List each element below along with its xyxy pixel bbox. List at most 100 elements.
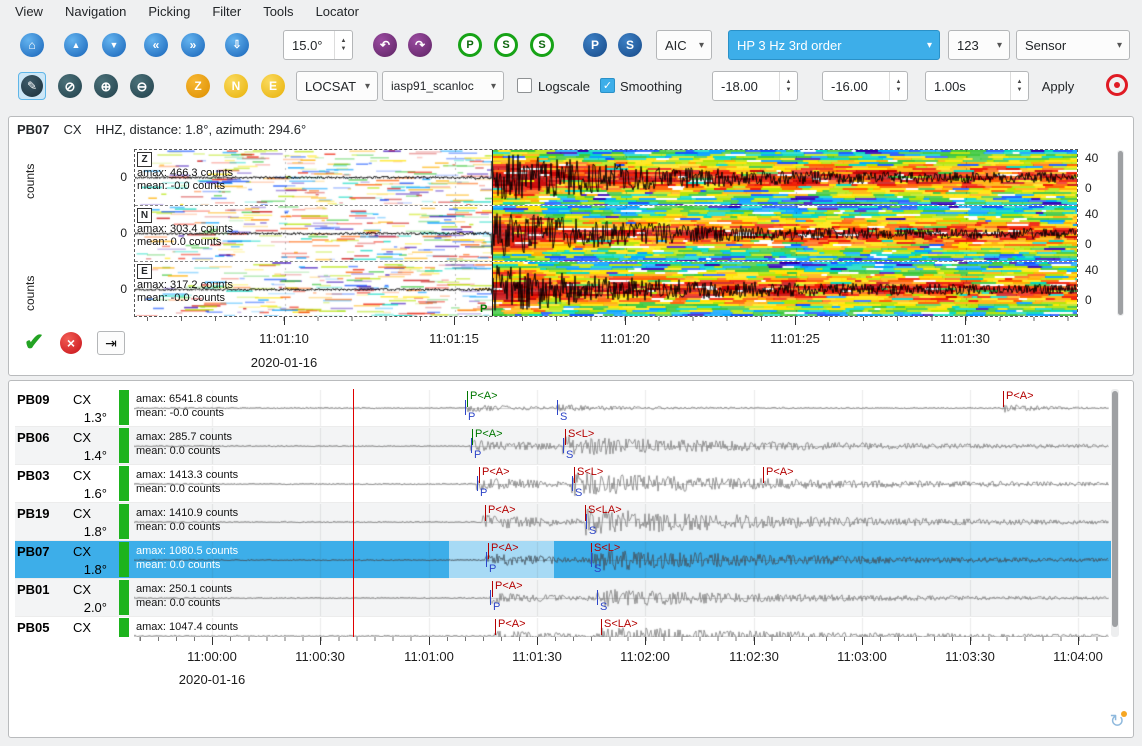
redo-button[interactable]: ↷ <box>408 33 432 57</box>
trace-zone[interactable]: amax: 285.7 counts mean: 0.0 counts P<A>… <box>134 427 1109 465</box>
picker-trace-row-e[interactable]: E amax: 317.2 counts mean: -0.0 counts P <box>135 262 1077 316</box>
no-filter-button[interactable]: ⊘ <box>58 74 82 98</box>
smoothing-checkbox[interactable]: ✓ <box>600 78 615 93</box>
goto-p-pick-button[interactable]: P <box>458 33 482 57</box>
picker-trace-row-z[interactable]: Z amax: 466.3 counts mean: -0.0 counts <box>135 150 1077 206</box>
phase-marker-line[interactable] <box>485 505 486 521</box>
phase-marker-line[interactable] <box>574 467 575 483</box>
phase-marker-line[interactable] <box>763 467 764 483</box>
station-list-scrollbar-handle[interactable] <box>1112 391 1118 627</box>
pick-marker-line[interactable] <box>492 262 493 316</box>
pick-marker-line[interactable] <box>486 552 487 567</box>
menu-filter[interactable]: Filter <box>201 0 252 24</box>
rotation-value[interactable]: 15.0° <box>284 31 334 59</box>
time-window-spinbox[interactable]: 1.00s ▲ ▼ <box>925 71 1029 101</box>
relocate-button[interactable] <box>1106 74 1128 96</box>
spin-down-arrow[interactable]: ▼ <box>786 87 792 93</box>
reject-picks-button[interactable]: × <box>59 331 83 355</box>
picker-scrollbar[interactable] <box>1117 150 1124 316</box>
phase-marker-line[interactable] <box>495 619 496 635</box>
nav-align-button[interactable]: ⇩ <box>225 33 249 57</box>
pick-marker-line[interactable] <box>557 400 558 415</box>
spin-down-arrow[interactable]: ▼ <box>341 46 347 52</box>
component-z-button[interactable]: Z <box>186 74 210 98</box>
spin-up-arrow[interactable]: ▲ <box>786 79 792 85</box>
picker-trace-row-n[interactable]: N amax: 303.4 counts mean: 0.0 counts <box>135 206 1077 262</box>
component-n-button[interactable]: N <box>224 74 248 98</box>
menu-locator[interactable]: Locator <box>305 0 370 24</box>
pick-polarity-button[interactable]: ⊕ <box>94 74 118 98</box>
nav-first-button[interactable]: « <box>144 33 168 57</box>
menu-picking[interactable]: Picking <box>137 0 201 24</box>
spin-up-arrow[interactable]: ▲ <box>896 79 902 85</box>
phase-p-button[interactable]: P <box>583 33 607 57</box>
pick-marker-line[interactable] <box>490 590 491 605</box>
menu-navigation[interactable]: Navigation <box>54 0 137 24</box>
nav-home-button[interactable]: ⌂ <box>20 33 44 57</box>
phase-marker-line[interactable] <box>467 391 468 407</box>
spectrogram-min-value[interactable]: -18.00 <box>713 72 779 100</box>
station-list-scrollbar[interactable] <box>1111 389 1119 637</box>
pick-uncertainty-button[interactable]: ⊖ <box>130 74 154 98</box>
trace-zone[interactable]: amax: 1410.9 counts mean: 0.0 counts P<A… <box>134 503 1109 541</box>
spin-down-arrow[interactable]: ▼ <box>896 87 902 93</box>
nav-down-button[interactable]: ▼ <box>102 33 126 57</box>
pick-marker-line[interactable] <box>563 438 564 453</box>
goto-s-pick-button[interactable]: S <box>494 33 518 57</box>
spin-down-arrow[interactable]: ▼ <box>1017 87 1023 93</box>
phase-marker-line[interactable] <box>472 429 473 445</box>
pick-tool-button[interactable]: ✎ <box>18 72 46 100</box>
logscale-checkbox[interactable] <box>517 78 532 93</box>
pick-marker-line[interactable] <box>477 476 478 491</box>
undo-button[interactable]: ↶ <box>373 33 397 57</box>
export-picks-button[interactable]: ⇥ <box>97 331 125 355</box>
station-row[interactable]: PB19 CX 1.8° amax: 1410.9 counts mean: 0… <box>15 503 1111 541</box>
pick-marker-line[interactable] <box>492 206 493 261</box>
trace-zone[interactable]: amax: 6541.8 counts mean: -0.0 counts P<… <box>134 389 1109 427</box>
picker-method-combobox[interactable]: AIC ▾ <box>656 30 712 60</box>
spectrogram-min-spinbox[interactable]: -18.00 ▲ ▼ <box>712 71 798 101</box>
component-e-button[interactable]: E <box>261 74 285 98</box>
station-row[interactable]: PB05 CX amax: 1047.4 counts P<A>S<LA> <box>15 617 1111 637</box>
pick-marker-line[interactable] <box>586 514 587 529</box>
spectrogram-max-spinbox[interactable]: -16.00 ▲ ▼ <box>822 71 908 101</box>
station-row[interactable]: PB09 CX 1.3° amax: 6541.8 counts mean: -… <box>15 389 1111 427</box>
station-row[interactable]: PB03 CX 1.6° amax: 1413.3 counts mean: 0… <box>15 465 1111 503</box>
filter-combobox[interactable]: HP 3 Hz 3rd order ▾ <box>728 30 940 60</box>
amplitude-combobox[interactable]: 123 ▾ <box>948 30 1010 60</box>
locator-combobox[interactable]: LOCSAT ▾ <box>296 71 378 101</box>
spin-up-arrow[interactable]: ▲ <box>341 38 347 44</box>
sensor-combobox[interactable]: Sensor ▾ <box>1016 30 1130 60</box>
spin-up-arrow[interactable]: ▲ <box>1017 79 1023 85</box>
station-row[interactable]: PB07 CX 1.8° amax: 1080.5 counts mean: 0… <box>15 541 1111 579</box>
phase-marker-line[interactable] <box>601 619 602 635</box>
menu-tools[interactable]: Tools <box>252 0 304 24</box>
trace-zone[interactable]: amax: 1047.4 counts P<A>S<LA> <box>134 617 1109 637</box>
pick-marker-line[interactable] <box>572 476 573 491</box>
phase-marker-line[interactable] <box>565 429 566 445</box>
picker-scrollbar-handle[interactable] <box>1118 151 1123 315</box>
pick-marker-line[interactable] <box>465 400 466 415</box>
spectrogram-max-value[interactable]: -16.00 <box>823 72 889 100</box>
time-window-value[interactable]: 1.00s <box>926 72 1010 100</box>
trace-zone[interactable]: amax: 1080.5 counts mean: 0.0 counts P<A… <box>134 541 1109 579</box>
rotation-spinbox[interactable]: 15.0° ▲ ▼ <box>283 30 353 60</box>
trace-zone[interactable]: amax: 250.1 counts mean: 0.0 counts P<A>… <box>134 579 1109 617</box>
station-row[interactable]: PB06 CX 1.4° amax: 285.7 counts mean: 0.… <box>15 427 1111 465</box>
goto-next-s-pick-button[interactable]: S <box>530 33 554 57</box>
phase-marker-line[interactable] <box>1003 391 1004 407</box>
apply-button[interactable]: Apply <box>1035 73 1081 99</box>
confirm-picks-button[interactable]: ✔ <box>21 329 47 355</box>
station-row[interactable]: PB01 CX 2.0° amax: 250.1 counts mean: 0.… <box>15 579 1111 617</box>
profile-combobox[interactable]: iasp91_scanloc ▾ <box>382 71 504 101</box>
phase-s-button[interactable]: S <box>618 33 642 57</box>
pick-marker-line[interactable] <box>471 438 472 453</box>
menu-view[interactable]: View <box>4 0 54 24</box>
pick-marker-line[interactable] <box>591 552 592 567</box>
trace-zone[interactable]: amax: 1413.3 counts mean: 0.0 counts P<A… <box>134 465 1109 503</box>
nav-up-button[interactable]: ▲ <box>64 33 88 57</box>
pick-marker-line[interactable] <box>597 590 598 605</box>
pick-marker-line[interactable] <box>492 150 493 205</box>
phase-marker-line[interactable] <box>479 467 480 483</box>
phase-marker-line[interactable] <box>492 581 493 597</box>
